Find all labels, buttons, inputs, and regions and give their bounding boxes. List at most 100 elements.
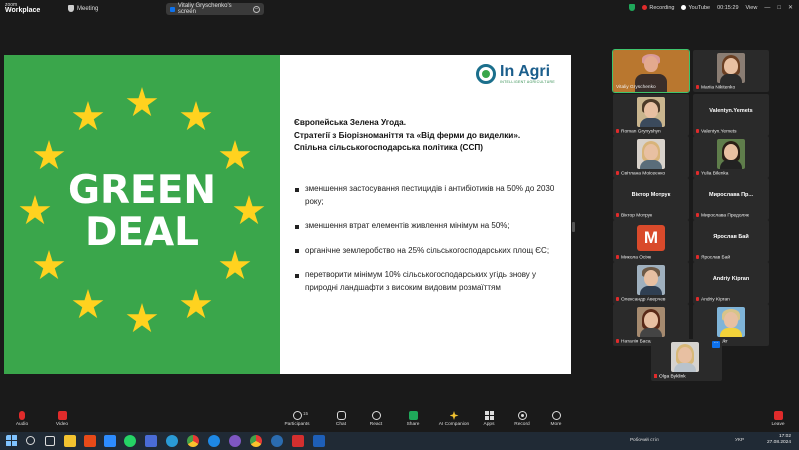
react-button[interactable]: React: [356, 411, 396, 427]
brand-tagline: INTELLIGENT AGRICULTURE: [500, 80, 556, 84]
meeting-timer: 00:15:29: [717, 4, 739, 11]
participant-body: [640, 286, 662, 295]
participant-face: [644, 312, 658, 328]
chrome-icon[interactable]: [250, 435, 262, 447]
whatsapp-icon[interactable]: [124, 435, 136, 447]
star-icon: [180, 289, 212, 319]
recording-indicator[interactable]: Recording: [642, 5, 674, 11]
leave-label: Leave: [771, 422, 785, 427]
file-explorer-icon[interactable]: [64, 435, 76, 447]
edge-icon[interactable]: [166, 435, 178, 447]
zoom-logo: zoom Workplace: [5, 2, 40, 14]
green-deal-line-2: DEAL: [84, 210, 200, 255]
participant-name: Світлана Моісеєнко: [616, 170, 665, 176]
clock-date: 27.08.2024: [766, 440, 791, 445]
participant-tile[interactable]: Віктор Мотрук Віктор Мотрук: [613, 178, 689, 220]
language-indicator[interactable]: УКР: [735, 438, 744, 443]
sparkle-icon: [449, 411, 459, 420]
audio-button[interactable]: Audio: [2, 411, 42, 427]
star-icon: [126, 87, 158, 117]
muted-mic-icon: [616, 170, 619, 175]
app-icon[interactable]: [84, 435, 96, 447]
share-button[interactable]: Share: [393, 411, 433, 427]
participant-name: Andriy Kipran: [696, 296, 730, 302]
workspace-label[interactable]: Робочий стіл: [630, 438, 659, 443]
zoom-window: zoom Workplace Meeting Vitaliy Gryschenk…: [0, 0, 799, 450]
participant-body: [720, 328, 742, 337]
close-icon[interactable]: –: [253, 5, 261, 13]
participant-tile[interactable]: ··· Olga Byklink: [651, 339, 722, 381]
leave-button[interactable]: Leave: [758, 411, 798, 427]
chrome-icon[interactable]: [187, 435, 199, 447]
chat-button[interactable]: Chat: [321, 411, 361, 427]
app-icon[interactable]: [271, 435, 283, 447]
screen-share-label: Vitaliy Gryschenko's screen: [177, 3, 232, 15]
participant-display-name: Мирослава Пр...: [708, 192, 753, 198]
participant-display-name: Ярослав Бай: [713, 234, 749, 240]
participant-body: [640, 160, 662, 169]
participant-tile[interactable]: Andriy Kipran Andriy Kipran: [693, 262, 769, 304]
participant-tile[interactable]: M Микола Осіяк: [613, 220, 689, 262]
app-icon[interactable]: [145, 435, 157, 447]
participants-button[interactable]: Participants: [277, 411, 317, 427]
participant-name: Олександр Аверчев: [616, 296, 665, 302]
close-button[interactable]: ✕: [788, 4, 793, 11]
meeting-info[interactable]: Meeting: [68, 5, 98, 12]
muted-mic-icon: [696, 84, 699, 89]
muted-mic-icon: [696, 212, 699, 217]
participant-name: Микола Осіяк: [616, 254, 651, 260]
more-options-icon[interactable]: ···: [712, 341, 720, 348]
participant-face: [724, 312, 738, 328]
participant-tile[interactable]: Yulia Bilenka: [693, 136, 769, 178]
leave-icon: [773, 411, 783, 420]
app-icon[interactable]: [208, 435, 220, 447]
participant-tile[interactable]: Мирослава Пр... Мирослава Предоляк: [693, 178, 769, 220]
video-off-icon: [57, 411, 67, 420]
participant-tile[interactable]: Ярослав Бай Ярослав Бай: [693, 220, 769, 262]
participant-display-name: Valentyn.Yemets: [709, 108, 753, 114]
muted-mic-icon: [616, 296, 619, 301]
participant-name: Valentyn.Yemets: [696, 128, 736, 134]
youtube-indicator[interactable]: YouTube: [681, 5, 710, 11]
word-icon[interactable]: [313, 435, 325, 447]
bullet-item: перетворити мінімум 10% сільськогосподар…: [294, 269, 564, 294]
participant-tile[interactable]: Mariia Nikitenko: [693, 50, 769, 92]
apps-grid-icon: [484, 411, 494, 420]
search-icon[interactable]: [26, 436, 35, 445]
heading-line-3: Спільна сільськогосподарська політика (С…: [294, 143, 483, 152]
screen-share-pill[interactable]: Vitaliy Gryschenko's screen –: [166, 3, 264, 15]
audio-label: Audio: [15, 422, 29, 427]
video-button[interactable]: Video: [42, 411, 82, 427]
muted-mic-icon: [696, 128, 699, 133]
more-label: More: [550, 422, 562, 427]
star-icon: [72, 289, 104, 319]
participant-display-name: Віктор Мотрук: [631, 192, 671, 198]
more-button[interactable]: More: [536, 411, 576, 427]
panel-resize-handle[interactable]: [572, 222, 575, 232]
windows-start-icon[interactable]: [6, 435, 18, 447]
muted-mic-icon: [616, 128, 619, 133]
restore-button[interactable]: □: [777, 5, 781, 11]
app-icon[interactable]: [292, 435, 304, 447]
encryption-shield-icon[interactable]: [629, 4, 636, 11]
brand-name: In Agri: [500, 63, 551, 80]
participant-video: [637, 97, 665, 127]
participant-name: Olga Byklink: [654, 373, 686, 379]
task-view-icon[interactable]: [45, 436, 55, 446]
view-button[interactable]: View: [746, 5, 758, 11]
heart-icon: [371, 411, 381, 420]
participant-tile[interactable]: Vitaliy Gryschenko: [612, 49, 690, 93]
participant-tile[interactable]: Світлана Моісеєнко: [613, 136, 689, 178]
participant-tile[interactable]: Valentyn.Yemets Valentyn.Yemets: [693, 94, 769, 136]
zoom-taskbar-icon[interactable]: [104, 435, 116, 447]
star-icon: [219, 250, 251, 280]
in-agri-logo: In Agri INTELLIGENT AGRICULTURE: [476, 64, 555, 84]
viber-icon[interactable]: [229, 435, 241, 447]
participant-tile[interactable]: Олександр Аверчев: [613, 262, 689, 304]
minimize-button[interactable]: —: [764, 5, 770, 11]
more-icon: [551, 411, 561, 420]
title-bar: zoom Workplace Meeting Vitaliy Gryschenk…: [0, 0, 799, 18]
muted-mic-icon: [696, 296, 699, 301]
system-clock[interactable]: 17:02 27.08.2024: [767, 434, 791, 446]
participant-tile[interactable]: Roman Grynyshyn: [613, 94, 689, 136]
